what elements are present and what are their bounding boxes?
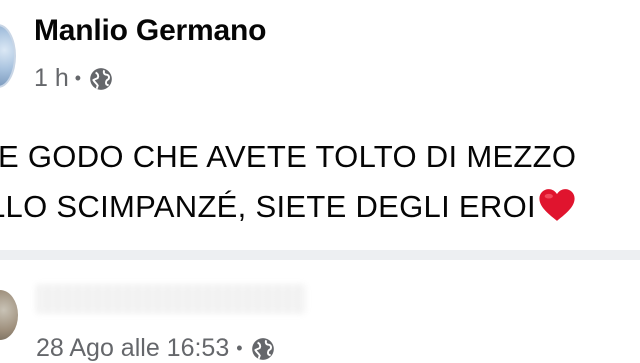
post-text: E GODO CHE AVETE TOLTO DI MEZZO LLO SCIM… bbox=[0, 132, 640, 232]
meta-separator: • bbox=[74, 68, 82, 88]
next-post-timestamp[interactable]: 28 Ago alle 16:53 bbox=[36, 334, 229, 363]
globe-icon[interactable] bbox=[88, 66, 114, 92]
post-text-line-2-wrap: LLO SCIMPANZÉ, SIETE DEGLI EROI bbox=[0, 182, 640, 232]
post-timestamp[interactable]: 1 h bbox=[34, 64, 69, 93]
feed-divider bbox=[0, 250, 640, 260]
meta-separator: • bbox=[236, 338, 243, 358]
red-heart-emoji-icon bbox=[539, 188, 575, 221]
next-post-card: 28 Ago alle 16:53 • bbox=[0, 260, 640, 363]
post-meta: 1 h • bbox=[34, 64, 114, 93]
globe-icon[interactable] bbox=[250, 336, 276, 362]
post-text-line-2: LLO SCIMPANZÉ, SIETE DEGLI EROI bbox=[0, 189, 536, 224]
post-text-line-1: E GODO CHE AVETE TOLTO DI MEZZO bbox=[0, 139, 577, 174]
post-card: Manlio Germano 1 h • E GODO CHE AVETE TO… bbox=[0, 0, 640, 250]
next-post-meta: 28 Ago alle 16:53 • bbox=[36, 334, 276, 363]
redacted-author-name bbox=[36, 284, 306, 314]
next-post-avatar[interactable] bbox=[0, 290, 18, 340]
author-name[interactable]: Manlio Germano bbox=[34, 14, 266, 48]
author-avatar[interactable] bbox=[0, 24, 16, 88]
